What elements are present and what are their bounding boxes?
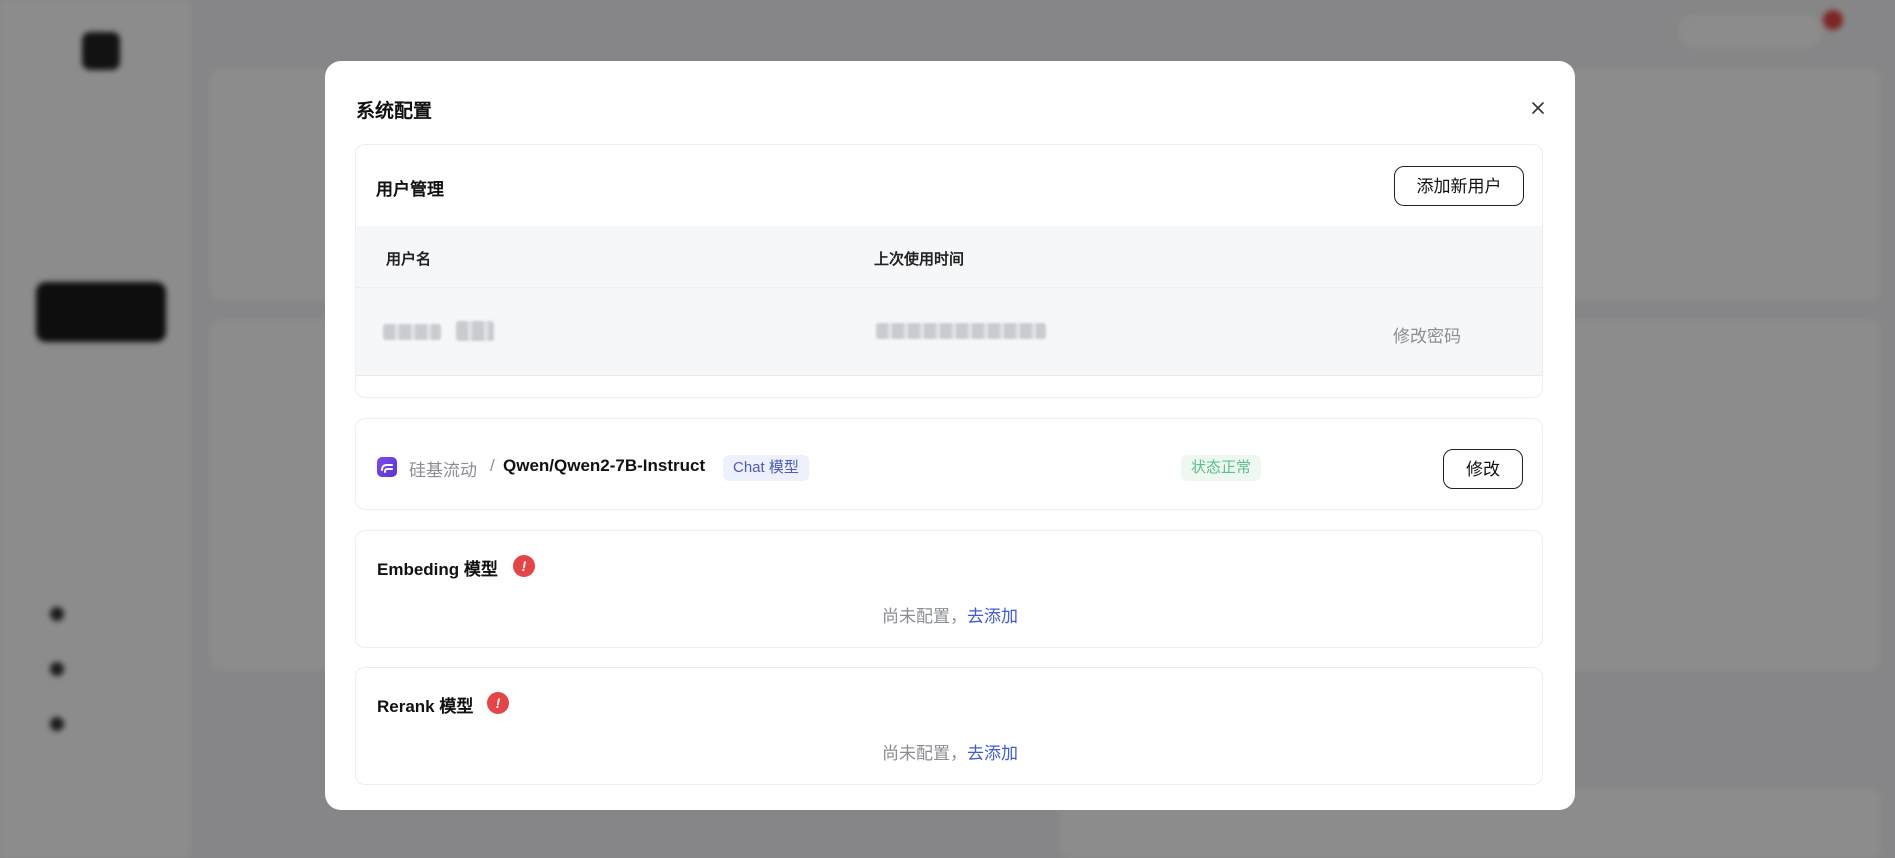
redacted-username [383,324,441,340]
embedding-model-section: Embeding 模型 ! 尚未配置，去添加 [355,530,1543,648]
add-user-button[interactable]: 添加新用户 [1394,166,1524,206]
model-provider: 硅基流动 [409,461,477,480]
table-row: 修改密码 [356,288,1542,376]
siliconflow-logo-icon [377,457,397,477]
edit-chat-model-button[interactable]: 修改 [1443,449,1523,489]
close-icon[interactable] [1525,95,1551,121]
system-config-modal: 系统配置 用户管理 添加新用户 用户名 上次使用时间 修改密码 硅基流动 / Q… [325,61,1575,810]
rerank-model-section: Rerank 模型 ! 尚未配置，去添加 [355,667,1543,785]
warning-icon: ! [513,555,535,577]
rerank-empty-state: 尚未配置，去添加 [356,739,1544,764]
table-header: 用户名 上次使用时间 [356,226,1542,288]
modal-title: 系统配置 [356,101,433,122]
chat-model-name: Qwen/Qwen2-7B-Instruct [503,456,706,475]
redacted-user-badge [456,321,494,341]
redacted-last-used-time [876,323,1046,339]
embedding-empty-text: 尚未配置， [882,607,967,626]
rerank-add-link[interactable]: 去添加 [967,744,1018,763]
provider-separator: / [490,456,495,475]
embedding-empty-state: 尚未配置，去添加 [356,602,1544,627]
column-header-username: 用户名 [386,251,432,268]
user-management-section: 用户管理 添加新用户 用户名 上次使用时间 修改密码 [355,144,1543,398]
user-table: 用户名 上次使用时间 修改密码 [356,226,1542,376]
rerank-empty-text: 尚未配置， [882,744,967,763]
user-management-title: 用户管理 [376,180,444,199]
embedding-add-link[interactable]: 去添加 [967,607,1018,626]
rerank-model-title: Rerank 模型 [377,697,474,716]
status-badge: 状态正常 [1181,455,1262,481]
embedding-model-title: Embeding 模型 [377,560,498,579]
column-header-last-used: 上次使用时间 [874,251,965,268]
change-password-link[interactable]: 修改密码 [1393,322,1461,347]
chat-model-section: 硅基流动 / Qwen/Qwen2-7B-Instruct Chat 模型 状态… [355,418,1543,510]
chat-model-type-chip: Chat 模型 [723,455,809,481]
warning-icon: ! [487,692,509,714]
